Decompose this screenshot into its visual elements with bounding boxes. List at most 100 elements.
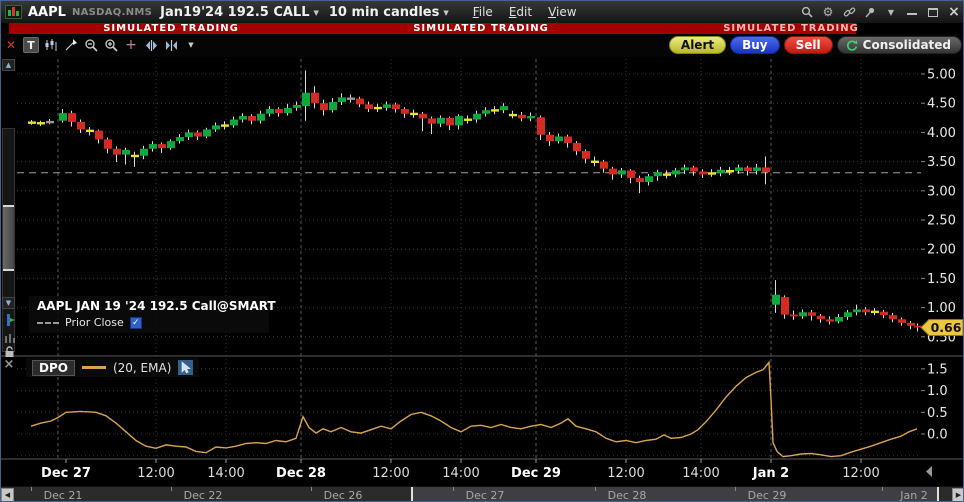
up-candle[interactable] [329, 102, 337, 111]
down-candle[interactable] [699, 171, 707, 175]
down-candle[interactable] [744, 167, 752, 171]
doji-candle[interactable] [131, 154, 139, 158]
up-candle[interactable] [853, 309, 861, 313]
up-candle[interactable] [185, 132, 193, 138]
menu-edit[interactable]: Edit [509, 5, 532, 19]
up-candle[interactable] [500, 106, 508, 111]
doji-candle[interactable] [347, 97, 355, 100]
down-candle[interactable] [356, 98, 364, 105]
up-candle[interactable] [59, 113, 67, 121]
up-candle[interactable] [293, 104, 301, 108]
contract-selector[interactable]: Jan19'24 192.5 CALL [160, 5, 309, 20]
volume-bars-icon[interactable] [2, 331, 16, 345]
doji-candle[interactable] [37, 122, 45, 125]
more-tools-dropdown-icon[interactable]: ▼ [183, 37, 199, 53]
consolidated-selector[interactable]: Consolidated [836, 36, 962, 54]
down-candle[interactable] [518, 114, 526, 119]
doji-candle[interactable] [591, 160, 599, 163]
doji-candle[interactable] [871, 310, 879, 314]
up-candle[interactable] [772, 294, 780, 305]
indicator-name[interactable]: DPO [32, 359, 75, 376]
down-candle[interactable] [600, 161, 608, 169]
down-candle[interactable] [68, 113, 76, 122]
down-candle[interactable] [781, 297, 789, 315]
timeline-left-arrow[interactable]: ◀ [1, 488, 14, 501]
marker-tool-icon[interactable] [2, 313, 16, 327]
chart-legend[interactable]: AAPL JAN 19 '24 192.5 Call@SMART Prior C… [29, 296, 276, 333]
up-candle[interactable] [266, 109, 274, 114]
up-candle[interactable] [167, 141, 175, 149]
up-candle[interactable] [681, 167, 689, 171]
interval-selector[interactable]: 10 min candles [329, 5, 439, 20]
gear-icon[interactable]: ⚙ [821, 5, 835, 19]
title-bar[interactable]: AAPL NASDAQ.NMS Jan19'24 192.5 CALL ▼ 10… [1, 1, 963, 23]
down-candle[interactable] [428, 118, 436, 124]
down-candle[interactable] [158, 144, 166, 149]
doji-candle[interactable] [46, 120, 54, 124]
down-candle[interactable] [77, 121, 85, 130]
close-button[interactable]: × [947, 5, 961, 19]
down-candle[interactable] [104, 139, 112, 149]
doji-candle[interactable] [708, 172, 716, 175]
scroll-down-button[interactable]: ▼ [2, 297, 15, 309]
down-candle[interactable] [907, 322, 915, 326]
menu-file[interactable]: File [473, 5, 493, 19]
up-candle[interactable] [844, 312, 852, 317]
down-candle[interactable] [582, 151, 590, 159]
indicator-label-row[interactable]: DPO (20, EMA) [26, 358, 200, 377]
down-candle[interactable] [446, 117, 454, 126]
down-candle[interactable] [113, 148, 121, 155]
down-candle[interactable] [636, 177, 644, 183]
up-candle[interactable] [437, 117, 445, 124]
up-candle[interactable] [338, 97, 346, 103]
pin-icon[interactable] [863, 5, 877, 19]
down-candle[interactable] [537, 117, 545, 135]
up-candle[interactable] [473, 113, 481, 120]
crosshair-tool-icon[interactable]: + [123, 37, 139, 53]
expand-horizontal-icon[interactable] [143, 37, 159, 53]
buy-button[interactable]: Buy [730, 36, 780, 54]
down-candle[interactable] [573, 142, 581, 152]
menu-view[interactable]: View [548, 5, 576, 19]
down-candle[interactable] [275, 109, 283, 114]
scrollbar-thumb[interactable] [3, 205, 14, 271]
up-candle[interactable] [672, 170, 680, 175]
prior-close-checkbox[interactable]: ✓ [129, 316, 142, 329]
doji-candle[interactable] [410, 112, 418, 116]
up-candle[interactable] [455, 116, 463, 126]
doji-candle[interactable] [464, 118, 472, 121]
up-candle[interactable] [140, 148, 148, 156]
down-candle[interactable] [546, 134, 554, 142]
chevron-down-icon[interactable]: ▼ [443, 9, 448, 17]
candlestick-chart[interactable]: 5.00 4.50 4.00 3.50 3.00 2.50 2.00 1.50 1.00 0.5 0… [1, 1, 964, 502]
zoom-in-icon[interactable] [103, 37, 119, 53]
down-candle[interactable] [95, 130, 103, 140]
scroll-up-button[interactable]: ▲ [2, 59, 15, 71]
down-candle[interactable] [564, 136, 572, 143]
down-candle[interactable] [311, 92, 319, 104]
chevron-down-icon[interactable]: ▼ [314, 9, 319, 17]
doji-candle[interactable] [726, 169, 734, 173]
up-candle[interactable] [482, 110, 490, 114]
chart-style-icon[interactable] [43, 37, 59, 53]
doji-candle[interactable] [221, 124, 229, 127]
up-candle[interactable] [618, 170, 626, 175]
down-candle[interactable] [419, 113, 427, 119]
down-candle[interactable] [826, 319, 834, 322]
doji-candle[interactable] [28, 121, 36, 124]
up-candle[interactable] [230, 119, 238, 126]
up-candle[interactable] [302, 92, 310, 107]
down-candle[interactable] [690, 167, 698, 172]
up-candle[interactable] [149, 144, 157, 149]
down-candle[interactable] [609, 168, 617, 175]
link-icon[interactable] [842, 5, 856, 19]
down-candle[interactable] [401, 109, 409, 114]
up-candle[interactable] [735, 167, 743, 171]
down-candle[interactable] [790, 314, 798, 317]
up-candle[interactable] [717, 169, 725, 174]
up-candle[interactable] [176, 137, 184, 142]
up-candle[interactable] [527, 116, 535, 119]
zoom-out-icon[interactable] [83, 37, 99, 53]
doji-candle[interactable] [86, 129, 94, 133]
down-candle[interactable] [817, 315, 825, 320]
